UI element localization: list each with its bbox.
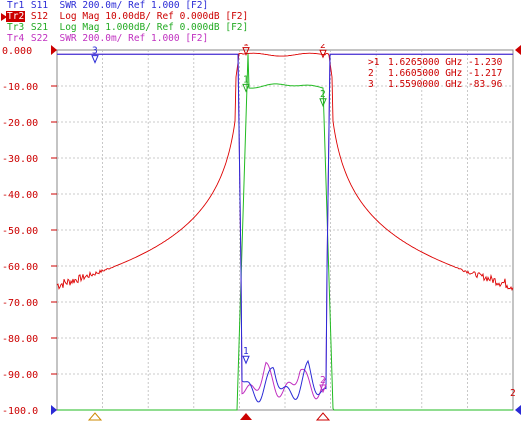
right-edge-marker-label: 2 [510, 388, 516, 399]
y-tick-label: 0.000 [2, 46, 32, 57]
marker-1-s21-label: 1 [243, 74, 249, 85]
marker-readout-value: -1.217 [468, 68, 502, 79]
trace-name: Tr1 [7, 0, 25, 11]
y-tick-label: -80.00 [2, 334, 38, 345]
trace-tr3[interactable]: Tr3 S21 Log Mag 1.000dB/ Ref 0.000dB [F2… [6, 22, 248, 33]
trace-legend: Tr1 S11 SWR 200.0m/ Ref 1.000 [F2] Tr2 S1… [0, 0, 523, 44]
active-trace-indicator-icon [1, 13, 7, 21]
marker-1-stimulus-icon[interactable] [240, 413, 252, 420]
scale-arrow-right-icon [515, 405, 521, 415]
y-tick-label: -20.00 [2, 118, 38, 129]
marker-readout-id: >1 [368, 57, 380, 68]
trace-name: Tr2 [6, 11, 26, 22]
trace-settings: S21 Log Mag 1.000dB/ Ref 0.000dB [F2] [25, 22, 249, 33]
marker-1-s11-label: 1 [243, 346, 249, 357]
marker-readout-freq: 1.6265000 GHz [388, 57, 462, 68]
marker-readout-value: -83.96 [468, 79, 503, 90]
y-tick-label: -30.00 [2, 154, 38, 165]
y-tick-label: -70.00 [2, 298, 38, 309]
marker-2-stimulus-icon[interactable] [315, 412, 331, 421]
marker-readout-value: -1.230 [468, 57, 503, 68]
marker-2-s22-label: 2 [320, 375, 326, 386]
y-tick-label: -100.0 [2, 406, 38, 417]
y-tick-label: -10.00 [2, 82, 38, 93]
marker-readout-freq: 1.5590000 GHz [388, 79, 462, 90]
y-tick-label: -40.00 [2, 190, 38, 201]
marker-readout-id: 3 [368, 79, 374, 90]
trace-tr4[interactable]: Tr4 S22 SWR 200.0m/ Ref 1.000 [F2] [6, 33, 208, 44]
trace-tr2[interactable]: Tr2 S12 Log Mag 10.00dB/ Ref 0.000dB [F2… [1, 11, 249, 22]
marker-readout-id: 2 [368, 68, 374, 79]
marker-2-s12-label: 2 [320, 44, 326, 51]
marker-1-s12-label: 1 [243, 44, 249, 49]
marker-3-s11-label: 3 [92, 46, 98, 57]
y-tick-label: -50.00 [2, 226, 38, 237]
trace-tr1[interactable]: Tr1 S11 SWR 200.0m/ Ref 1.000 [F2] [6, 0, 208, 11]
marker-readout-freq: 1.6605000 GHz [388, 68, 462, 79]
ref-level-arrow-icon[interactable] [51, 45, 57, 55]
trace-name: Tr4 [7, 33, 25, 44]
scale-arrow-icon [51, 405, 57, 415]
y-tick-label: -60.00 [2, 262, 38, 273]
marker-2-s21-label: 2 [320, 89, 326, 100]
trace-settings: S22 SWR 200.0m/ Ref 1.000 [F2] [25, 33, 209, 44]
marker-3-stimulus-icon[interactable] [87, 412, 103, 421]
chart-canvas[interactable]: 0.000 -10.00 -20.00 -30.00 -40.00 -50.00 -60.0… [0, 44, 523, 422]
y-tick-label: -90.00 [2, 370, 38, 381]
trace-settings: S11 SWR 200.0m/ Ref 1.000 [F2] [25, 0, 209, 11]
plot-area[interactable]: 0.000 -10.00 -20.00 -30.00 -40.00 -50.00 -60.0… [0, 44, 523, 422]
ref-level-arrow-right-icon[interactable] [515, 45, 521, 55]
trace-settings: S12 Log Mag 10.00dB/ Ref 0.000dB [F2] [25, 11, 249, 22]
trace-name: Tr3 [7, 22, 25, 33]
